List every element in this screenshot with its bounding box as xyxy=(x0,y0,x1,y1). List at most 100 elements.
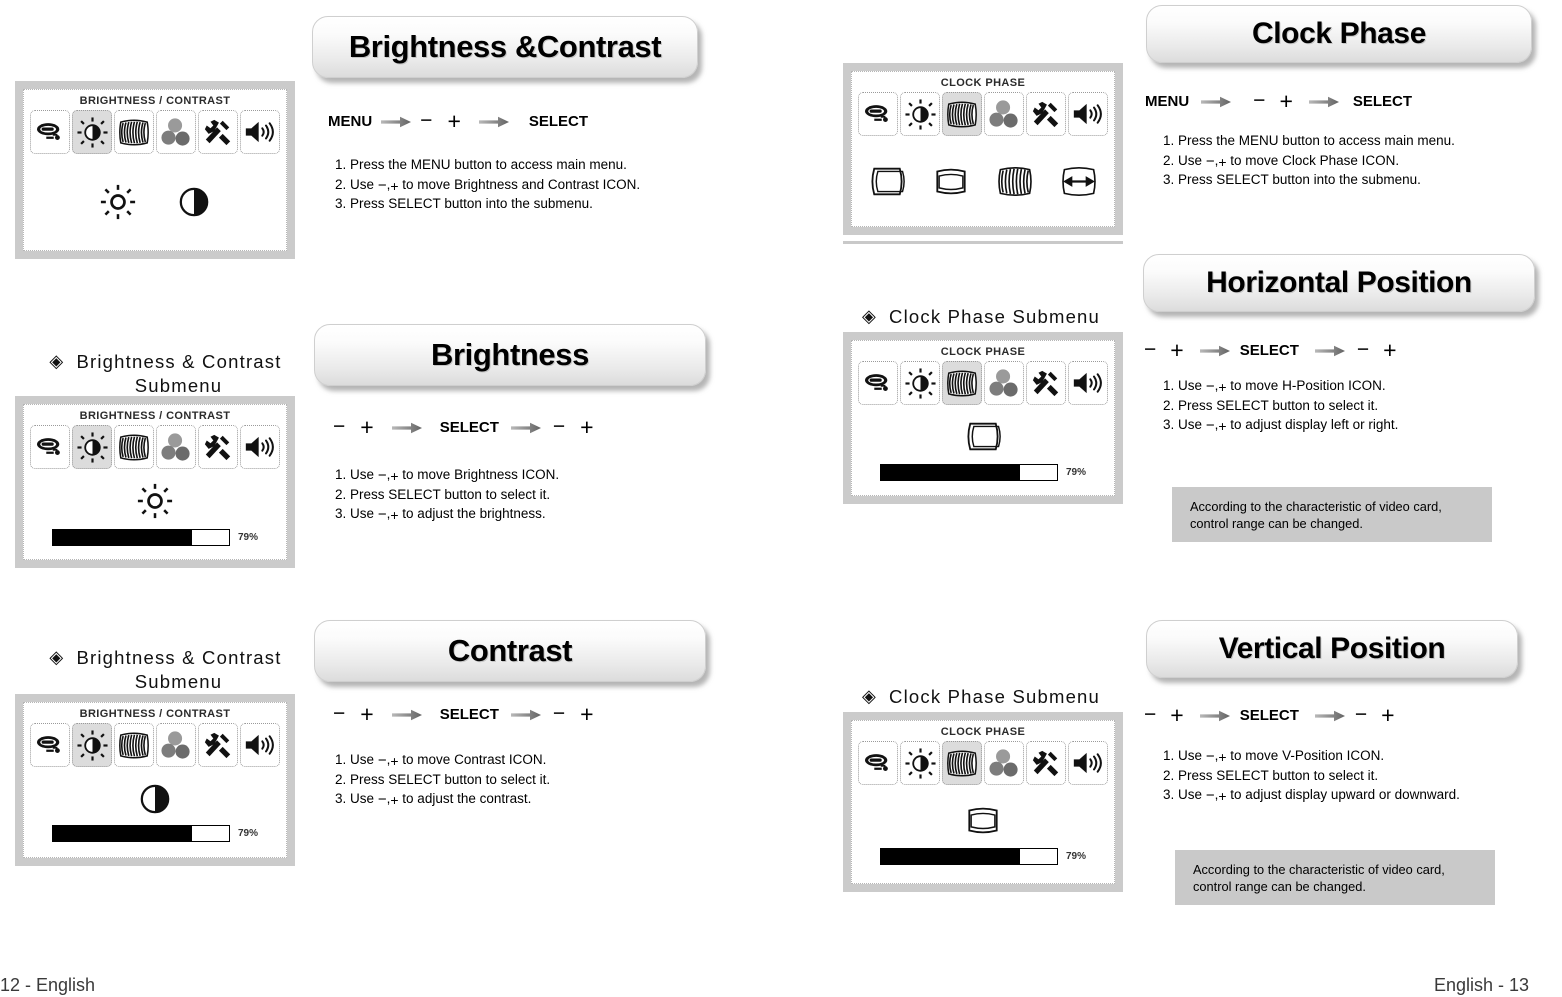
osd-level-fill xyxy=(52,825,193,841)
instructions-contrast: 1. Use −,+ to move Contrast ICON. 2. Pre… xyxy=(335,750,550,809)
sequence-row-clock-phase: MENU − + SELECT xyxy=(1145,90,1412,113)
brightness-icon xyxy=(904,747,936,779)
osd-menu-cell-tools[interactable] xyxy=(1026,361,1066,405)
osd-menu-cell-brightness[interactable] xyxy=(72,723,112,767)
osd-menu-cell-volume[interactable] xyxy=(1068,92,1108,136)
seq-label-select: SELECT xyxy=(439,706,499,723)
osd-menu-cell-clock-phase[interactable] xyxy=(942,361,982,405)
color-icon xyxy=(988,748,1020,778)
osd-icon-bar xyxy=(858,361,1108,405)
input-source-icon xyxy=(862,750,894,776)
osd-menu-cell-tools[interactable] xyxy=(198,425,238,469)
osd-menu-cell-volume[interactable] xyxy=(1068,741,1108,785)
minus-glyph: − xyxy=(377,791,387,808)
sequence-row-horizontal-position: − + SELECT − + xyxy=(1144,339,1397,362)
title-pill-brightness: Brightness xyxy=(314,324,706,386)
osd-icon-bar xyxy=(858,92,1108,136)
arrow-right-icon xyxy=(1201,96,1232,108)
input-source-icon xyxy=(34,434,66,460)
clock-phase-icon xyxy=(117,118,151,147)
osd-screenshot-clock-phase: CLOCK PHASE xyxy=(843,63,1123,235)
instruction-step: 3. Press SELECT button into the submenu. xyxy=(335,196,593,211)
osd-screenshot-contrast: BRIGHTNESS / CONTRAST 79% xyxy=(15,694,295,866)
seq-label-select: SELECT xyxy=(528,113,589,130)
color-icon xyxy=(160,730,192,760)
osd-menu-cell-volume[interactable] xyxy=(1068,361,1108,405)
plus-glyph: + xyxy=(390,177,399,194)
osd-menu-cell-input-source[interactable] xyxy=(30,425,70,469)
tools-icon xyxy=(1030,748,1062,778)
arrow-right-icon xyxy=(1308,96,1339,108)
osd-menu-cell-input-source[interactable] xyxy=(858,361,898,405)
osd-menu-cell-clock-phase[interactable] xyxy=(114,110,154,154)
osd-menu-cell-color[interactable] xyxy=(984,92,1024,136)
osd-percent-label: 79% xyxy=(237,531,258,543)
volume-icon xyxy=(1072,369,1105,397)
instruction-step: 2. Press SELECT button to select it. xyxy=(1163,397,1379,413)
osd-menu-cell-clock-phase[interactable] xyxy=(114,425,154,469)
plus-glyph: + xyxy=(390,507,399,523)
seq-minus: − xyxy=(1356,338,1370,361)
minus-glyph: − xyxy=(1205,787,1215,804)
osd-body: 79% xyxy=(858,785,1108,877)
osd-menu-cell-tools[interactable] xyxy=(198,723,238,767)
osd-menu-cell-volume[interactable] xyxy=(240,110,280,154)
osd-big-icons xyxy=(100,184,210,220)
osd-menu-cell-clock-phase[interactable] xyxy=(114,723,154,767)
osd-menu-cell-color[interactable] xyxy=(984,361,1024,405)
volume-icon xyxy=(1072,749,1105,777)
seq-plus: + xyxy=(1279,88,1293,114)
osd-menu-cell-input-source[interactable] xyxy=(30,723,70,767)
osd-menu-cell-tools[interactable] xyxy=(1026,741,1066,785)
osd-menu-cell-color[interactable] xyxy=(156,110,196,154)
instructions-horizontal-position: 1. Use −,+ to move H-Position ICON. 2. P… xyxy=(1163,376,1398,435)
phase-icon xyxy=(994,164,1036,199)
osd-menu-cell-color[interactable] xyxy=(156,425,196,469)
osd-menu-cell-color[interactable] xyxy=(156,723,196,767)
plus-glyph: + xyxy=(390,792,399,808)
osd-menu-cell-brightness[interactable] xyxy=(72,425,112,469)
instruction-step: 2. Press SELECT button to select it. xyxy=(335,771,551,787)
osd-menu-cell-volume[interactable] xyxy=(240,425,280,469)
instruction-step: 1. Press the MENU button to access main … xyxy=(1163,133,1455,148)
osd-menu-cell-color[interactable] xyxy=(984,741,1024,785)
osd-menu-cell-brightness[interactable] xyxy=(900,741,940,785)
osd-menu-cell-input-source[interactable] xyxy=(30,110,70,154)
seq-label-select: SELECT xyxy=(1239,342,1299,359)
osd-title: BRIGHTNESS / CONTRAST xyxy=(79,410,231,422)
input-source-icon xyxy=(34,732,66,758)
seq-plus: + xyxy=(1383,337,1397,363)
sequence-row-brightness: − + SELECT − + xyxy=(333,416,594,439)
osd-menu-cell-volume[interactable] xyxy=(240,723,280,767)
vsize-icon xyxy=(930,164,972,199)
osd-menu-cell-tools[interactable] xyxy=(198,110,238,154)
osd-level-fill xyxy=(880,849,1021,864)
osd-menu-cell-input-source[interactable] xyxy=(858,741,898,785)
clock-phase-icon xyxy=(945,369,979,398)
volume-icon xyxy=(244,433,277,461)
title-pill-horizontal-position: Horizontal Position xyxy=(1143,254,1535,312)
osd-title: CLOCK PHASE xyxy=(940,77,1026,89)
osd-menu-cell-clock-phase[interactable] xyxy=(942,741,982,785)
clock-phase-icon xyxy=(117,731,151,760)
diamond-icon: ◈ xyxy=(862,306,878,326)
osd-menu-cell-tools[interactable] xyxy=(1026,92,1066,136)
sequence-row-contrast: − + SELECT − + xyxy=(333,703,594,726)
hsize-icon xyxy=(866,164,908,199)
osd-menu-cell-brightness[interactable] xyxy=(900,92,940,136)
instruction-step: 2. Press SELECT button to select it. xyxy=(335,486,551,502)
arrow-right-icon xyxy=(381,116,412,128)
osd-big-icons xyxy=(962,803,1004,838)
manual-page-spread: Brightness &Contrast MENU − + SELECT 1. … xyxy=(0,0,1562,997)
osd-body xyxy=(858,136,1108,220)
osd-menu-cell-clock-phase[interactable] xyxy=(942,92,982,136)
osd-menu-cell-input-source[interactable] xyxy=(858,92,898,136)
contrast-icon xyxy=(139,783,171,815)
osd-body: 79% xyxy=(30,767,280,851)
plus-glyph: + xyxy=(390,753,399,769)
instruction-step: 3. Use −,+ to adjust display left or rig… xyxy=(1163,417,1399,434)
osd-menu-cell-brightness[interactable] xyxy=(72,110,112,154)
osd-menu-cell-brightness[interactable] xyxy=(900,361,940,405)
hpos-icon xyxy=(1058,164,1100,199)
page-title: Brightness xyxy=(431,337,589,372)
